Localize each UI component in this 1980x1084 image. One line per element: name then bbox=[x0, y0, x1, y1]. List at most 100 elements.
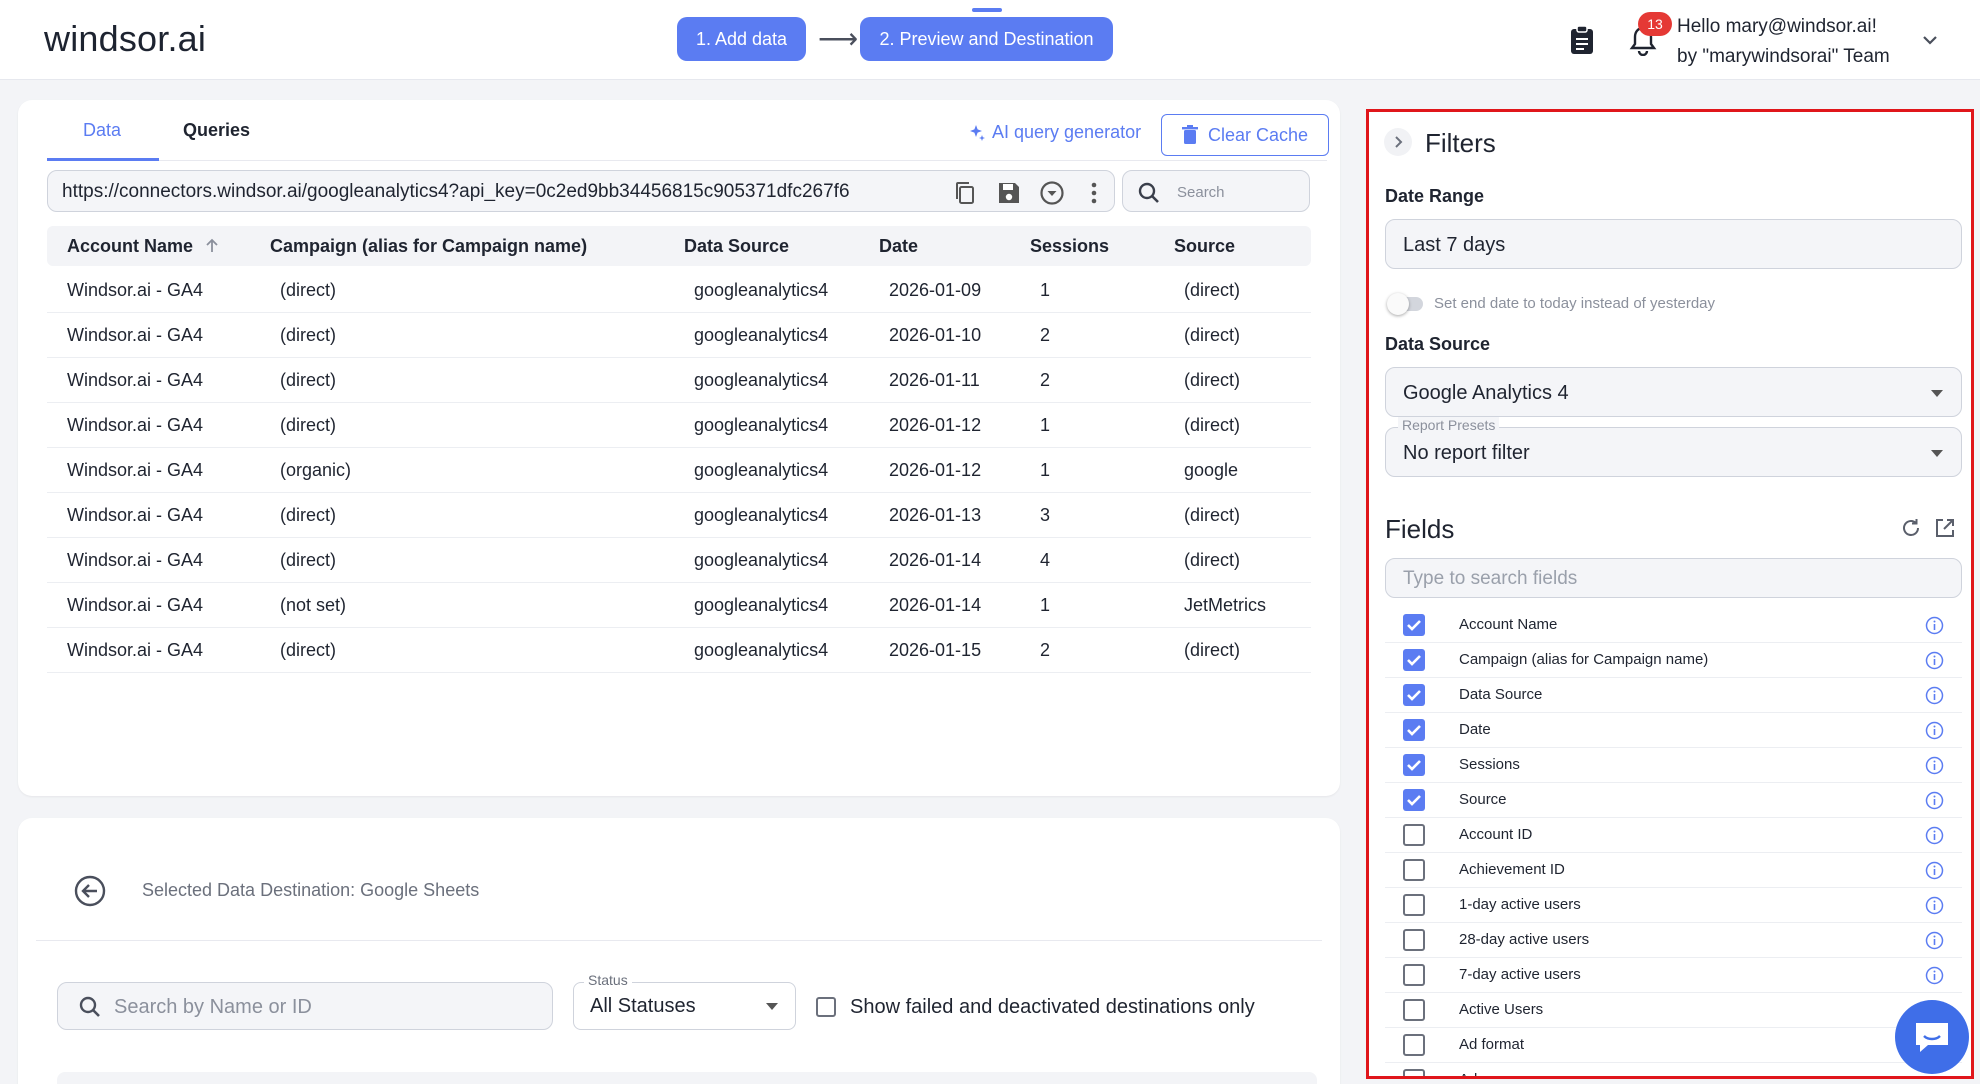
column-header-date[interactable]: Date bbox=[879, 236, 918, 257]
field-item[interactable]: Data Source bbox=[1385, 678, 1962, 713]
field-item[interactable]: Sessions bbox=[1385, 748, 1962, 783]
cell-date: 2026-01-13 bbox=[889, 505, 982, 525]
filters-panel: Filters Date Range Last 7 days Set end d… bbox=[1366, 109, 1974, 1079]
info-icon[interactable] bbox=[1925, 861, 1944, 880]
cell-sessions: 1 bbox=[1040, 415, 1051, 435]
column-header-data-source[interactable]: Data Source bbox=[684, 236, 789, 257]
field-checkbox[interactable] bbox=[1403, 649, 1425, 671]
field-checkbox[interactable] bbox=[1403, 859, 1425, 881]
status-select[interactable]: Status All Statuses bbox=[573, 972, 796, 1030]
field-item[interactable]: Achievement ID bbox=[1385, 853, 1962, 888]
info-icon[interactable] bbox=[1925, 721, 1944, 740]
dropdown-circle-icon[interactable] bbox=[1039, 180, 1065, 206]
back-arrow-icon[interactable] bbox=[73, 874, 107, 908]
cell-source: (direct) bbox=[1184, 370, 1241, 390]
cell-sessions: 1 bbox=[1040, 460, 1051, 480]
failed-only-checkbox[interactable] bbox=[816, 997, 836, 1017]
cell-date: 2026-01-15 bbox=[889, 640, 982, 660]
field-item[interactable]: Campaign (alias for Campaign name) bbox=[1385, 643, 1962, 678]
field-checkbox[interactable] bbox=[1403, 684, 1425, 706]
open-external-icon[interactable] bbox=[1934, 517, 1956, 539]
active-tab-underline bbox=[47, 158, 159, 161]
field-checkbox[interactable] bbox=[1403, 964, 1425, 986]
chevron-down-icon[interactable] bbox=[1920, 30, 1940, 50]
field-item[interactable]: Account Name bbox=[1385, 608, 1962, 643]
clear-cache-button[interactable]: Clear Cache bbox=[1161, 114, 1329, 156]
field-item[interactable]: Account ID bbox=[1385, 818, 1962, 853]
field-item[interactable]: Date bbox=[1385, 713, 1962, 748]
field-item[interactable]: 1-day active users bbox=[1385, 888, 1962, 923]
destination-search-input[interactable] bbox=[114, 993, 534, 1021]
cell-sessions: 1 bbox=[1040, 595, 1051, 615]
table-search-box[interactable] bbox=[1122, 170, 1310, 212]
more-vertical-icon[interactable] bbox=[1081, 180, 1107, 206]
end-date-toggle-label: Set end date to today instead of yesterd… bbox=[1434, 295, 1716, 312]
field-checkbox[interactable] bbox=[1403, 1069, 1425, 1076]
column-header-sessions[interactable]: Sessions bbox=[1030, 236, 1109, 257]
field-checkbox[interactable] bbox=[1403, 1034, 1425, 1056]
report-presets-select[interactable]: Report Presets No report filter bbox=[1385, 417, 1962, 477]
table-search-input[interactable] bbox=[1177, 179, 1301, 205]
field-checkbox[interactable] bbox=[1403, 929, 1425, 951]
data-source-value: Google Analytics 4 bbox=[1403, 382, 1569, 404]
collapse-filters-button[interactable] bbox=[1384, 128, 1412, 156]
info-icon[interactable] bbox=[1925, 686, 1944, 705]
column-header-account-name[interactable]: Account Name bbox=[67, 236, 220, 257]
sort-up-icon[interactable] bbox=[204, 238, 220, 254]
field-search-input[interactable] bbox=[1403, 566, 1943, 592]
greeting-line-2: by "marywindsorai" Team bbox=[1677, 46, 1890, 67]
info-icon[interactable] bbox=[1925, 651, 1944, 670]
field-item[interactable]: Ad format bbox=[1385, 1028, 1962, 1063]
user-greeting[interactable]: Hello mary@windsor.ai! by "marywindsorai… bbox=[1677, 12, 1890, 72]
field-name: Active Users bbox=[1459, 1001, 1544, 1018]
destination-search-box[interactable] bbox=[57, 982, 553, 1030]
info-icon[interactable] bbox=[1925, 826, 1944, 845]
failed-only-label[interactable]: Show failed and deactivated destinations… bbox=[850, 996, 1255, 1019]
field-checkbox[interactable] bbox=[1403, 894, 1425, 916]
column-header-source[interactable]: Source bbox=[1174, 236, 1235, 257]
step-preview-destination-button[interactable]: 2. Preview and Destination bbox=[860, 17, 1113, 61]
info-icon[interactable] bbox=[1925, 791, 1944, 810]
field-search-box[interactable] bbox=[1385, 558, 1962, 598]
ai-query-generator-label: AI query generator bbox=[992, 122, 1142, 142]
info-icon[interactable] bbox=[1925, 966, 1944, 985]
info-icon[interactable] bbox=[1925, 616, 1944, 635]
field-item[interactable]: Active Users bbox=[1385, 993, 1962, 1028]
chat-support-button[interactable] bbox=[1895, 1000, 1969, 1074]
data-source-select[interactable]: Google Analytics 4 bbox=[1385, 367, 1962, 417]
field-checkbox[interactable] bbox=[1403, 754, 1425, 776]
field-item[interactable]: Ad source bbox=[1385, 1063, 1962, 1076]
info-icon[interactable] bbox=[1925, 756, 1944, 775]
logo[interactable]: windsor.ai bbox=[44, 18, 206, 60]
api-url-field[interactable]: https://connectors.windsor.ai/googleanal… bbox=[47, 170, 1115, 212]
field-checkbox[interactable] bbox=[1403, 999, 1425, 1021]
end-date-toggle[interactable] bbox=[1387, 293, 1423, 315]
tab-queries[interactable]: Queries bbox=[183, 120, 250, 160]
table-row: Windsor.ai - GA4 (direct) googleanalytic… bbox=[47, 628, 1311, 673]
field-item[interactable]: 7-day active users bbox=[1385, 958, 1962, 993]
column-header-campaign[interactable]: Campaign (alias for Campaign name) bbox=[270, 236, 587, 257]
clipboard-icon[interactable] bbox=[1568, 25, 1596, 55]
field-item[interactable]: 28-day active users bbox=[1385, 923, 1962, 958]
field-checkbox[interactable] bbox=[1403, 789, 1425, 811]
step-add-data-button[interactable]: 1. Add data bbox=[677, 17, 806, 61]
ai-query-generator-button[interactable]: AI query generator bbox=[968, 122, 1141, 143]
info-icon[interactable] bbox=[1925, 896, 1944, 915]
info-icon[interactable] bbox=[1925, 931, 1944, 950]
api-url-text[interactable]: https://connectors.windsor.ai/googleanal… bbox=[62, 181, 922, 203]
tab-data[interactable]: Data bbox=[83, 120, 121, 160]
cell-sessions: 2 bbox=[1040, 640, 1051, 660]
status-label: Status bbox=[584, 972, 632, 988]
field-checkbox[interactable] bbox=[1403, 614, 1425, 636]
refresh-icon[interactable] bbox=[1900, 517, 1922, 539]
field-checkbox[interactable] bbox=[1403, 719, 1425, 741]
sparkle-icon bbox=[970, 124, 985, 141]
date-range-field[interactable]: Last 7 days bbox=[1385, 219, 1962, 269]
field-checkbox[interactable] bbox=[1403, 824, 1425, 846]
cell-account-name: Windsor.ai - GA4 bbox=[67, 325, 204, 345]
field-name: 1-day active users bbox=[1459, 896, 1581, 913]
field-item[interactable]: Source bbox=[1385, 783, 1962, 818]
cell-account-name: Windsor.ai - GA4 bbox=[67, 550, 204, 570]
copy-icon[interactable] bbox=[952, 180, 978, 206]
save-icon[interactable] bbox=[996, 180, 1022, 206]
